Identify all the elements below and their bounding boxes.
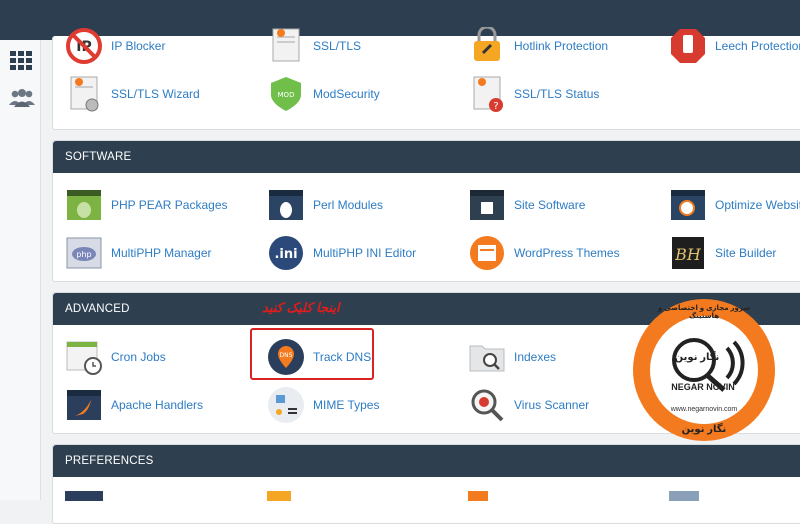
logo-url: www.negarnovin.com — [670, 406, 738, 413]
mime-types-link[interactable]: MIME Types — [267, 385, 379, 425]
certificate-status-icon: ? — [468, 75, 506, 113]
certificate-wizard-icon — [65, 75, 103, 113]
dns-pin-icon: DNS — [267, 338, 305, 376]
leech-protection-link[interactable]: Leech Protection — [669, 26, 800, 66]
apache-handlers-link[interactable]: Apache Handlers — [65, 385, 203, 425]
security-panel: IP IP Blocker SSL/TLS Hotlink Protection… — [52, 25, 800, 130]
svg-text:.ini: .ini — [274, 247, 297, 262]
virus-scanner-link[interactable]: Virus Scanner — [468, 385, 589, 425]
click-here-annotation: اینجا کلیک کنید — [262, 300, 340, 315]
logo-name-fa: نگار نوین — [674, 352, 720, 363]
php-pear-packages-link[interactable]: PHP PEAR Packages — [65, 185, 228, 225]
hotlink-protection-link[interactable]: Hotlink Protection — [468, 25, 609, 66]
ssl-tls-link[interactable]: SSL/TLS — [267, 26, 361, 66]
negar-novin-logo: نگار نوین NEGAR NOVIN www.negarnovin.com… — [632, 298, 776, 442]
track-dns-link[interactable]: DNS Track DNS — [267, 337, 371, 377]
lock-link-icon — [468, 25, 506, 65]
logo-ring-text: سرور مجازی و اختصاصی و هاستینگ — [657, 305, 751, 320]
svg-text:php: php — [76, 250, 91, 259]
item-label: Leech Protection — [715, 39, 800, 53]
optimize-icon — [669, 186, 707, 224]
logo-bottom-fa: نگار نوین — [681, 424, 727, 435]
site-builder-link[interactable]: BH Site Builder — [669, 233, 776, 273]
item-label: Cron Jobs — [111, 350, 166, 364]
pear-icon — [65, 186, 103, 224]
svg-text:DNS: DNS — [280, 352, 293, 359]
puzzle-icon — [468, 186, 506, 224]
ssl-tls-wizard-link[interactable]: SSL/TLS Wizard — [65, 74, 200, 114]
item-label: Apache Handlers — [111, 398, 204, 412]
item-label: Indexes — [514, 350, 557, 364]
calendar-clock-icon — [65, 338, 103, 376]
item-label: MultiPHP Manager — [111, 246, 212, 260]
shield-mod-icon: MOD — [267, 75, 305, 113]
item-label: Perl Modules — [313, 198, 384, 212]
item-label: SSL/TLS Status — [514, 87, 600, 101]
site-builder-icon: BH — [669, 234, 707, 272]
ip-blocker-icon: IP — [65, 27, 103, 65]
cron-jobs-link[interactable]: Cron Jobs — [65, 337, 166, 377]
software-panel: SOFTWARE PHP PEAR Packages Perl Modules … — [52, 140, 800, 282]
multiphp-ini-editor-link[interactable]: .ini MultiPHP INI Editor — [267, 233, 416, 273]
item-label: Hotlink Protection — [514, 39, 609, 53]
svg-text:BH: BH — [674, 245, 702, 264]
perl-onion-icon — [267, 186, 305, 224]
wordpress-themes-link[interactable]: WordPress Themes — [468, 233, 620, 273]
item-label: Virus Scanner — [514, 398, 590, 412]
modsecurity-link[interactable]: MOD ModSecurity — [267, 74, 380, 114]
item-label: IP Blocker — [111, 39, 166, 53]
optimize-website-link[interactable]: Optimize Website — [669, 185, 800, 225]
item-label: WordPress Themes — [514, 246, 620, 260]
item-label: SSL/TLS — [313, 39, 362, 53]
folder-search-icon — [468, 338, 506, 376]
certificate-icon — [267, 27, 305, 65]
ssl-tls-status-link[interactable]: ? SSL/TLS Status — [468, 74, 599, 114]
perl-modules-link[interactable]: Perl Modules — [267, 185, 383, 225]
software-heading: SOFTWARE — [53, 141, 800, 173]
site-software-link[interactable]: Site Software — [468, 185, 585, 225]
users-icon[interactable] — [8, 88, 35, 110]
item-label: Optimize Website — [715, 198, 800, 212]
indexes-link[interactable]: Indexes — [468, 337, 556, 377]
item-label: ModSecurity — [313, 87, 380, 101]
item-label: Site Software — [514, 198, 586, 212]
sidebar — [0, 40, 41, 500]
apache-feather-icon — [65, 386, 103, 424]
ip-blocker-link[interactable]: IP IP Blocker — [65, 26, 165, 66]
item-label: SSL/TLS Wizard — [111, 87, 200, 101]
item-label: MIME Types — [313, 398, 380, 412]
item-label: Site Builder — [715, 246, 777, 260]
virus-scanner-icon — [468, 386, 506, 424]
php-icon: php — [65, 234, 103, 272]
preferences-panel: PREFERENCES — [52, 444, 800, 524]
wordpress-themes-icon — [468, 234, 506, 272]
preferences-heading: PREFERENCES — [53, 445, 800, 477]
mime-icon — [267, 386, 305, 424]
multiphp-manager-link[interactable]: php MultiPHP Manager — [65, 233, 212, 273]
svg-text:?: ? — [493, 101, 498, 112]
hand-stop-icon — [669, 27, 707, 65]
logo-name-en: NEGAR NOVIN — [671, 382, 735, 392]
svg-text:MOD: MOD — [278, 91, 295, 99]
item-label: Track DNS — [313, 350, 372, 364]
item-label: PHP PEAR Packages — [111, 198, 228, 212]
apps-grid-icon[interactable] — [8, 50, 34, 72]
item-label: MultiPHP INI Editor — [313, 246, 417, 260]
ini-icon: .ini — [267, 234, 305, 272]
